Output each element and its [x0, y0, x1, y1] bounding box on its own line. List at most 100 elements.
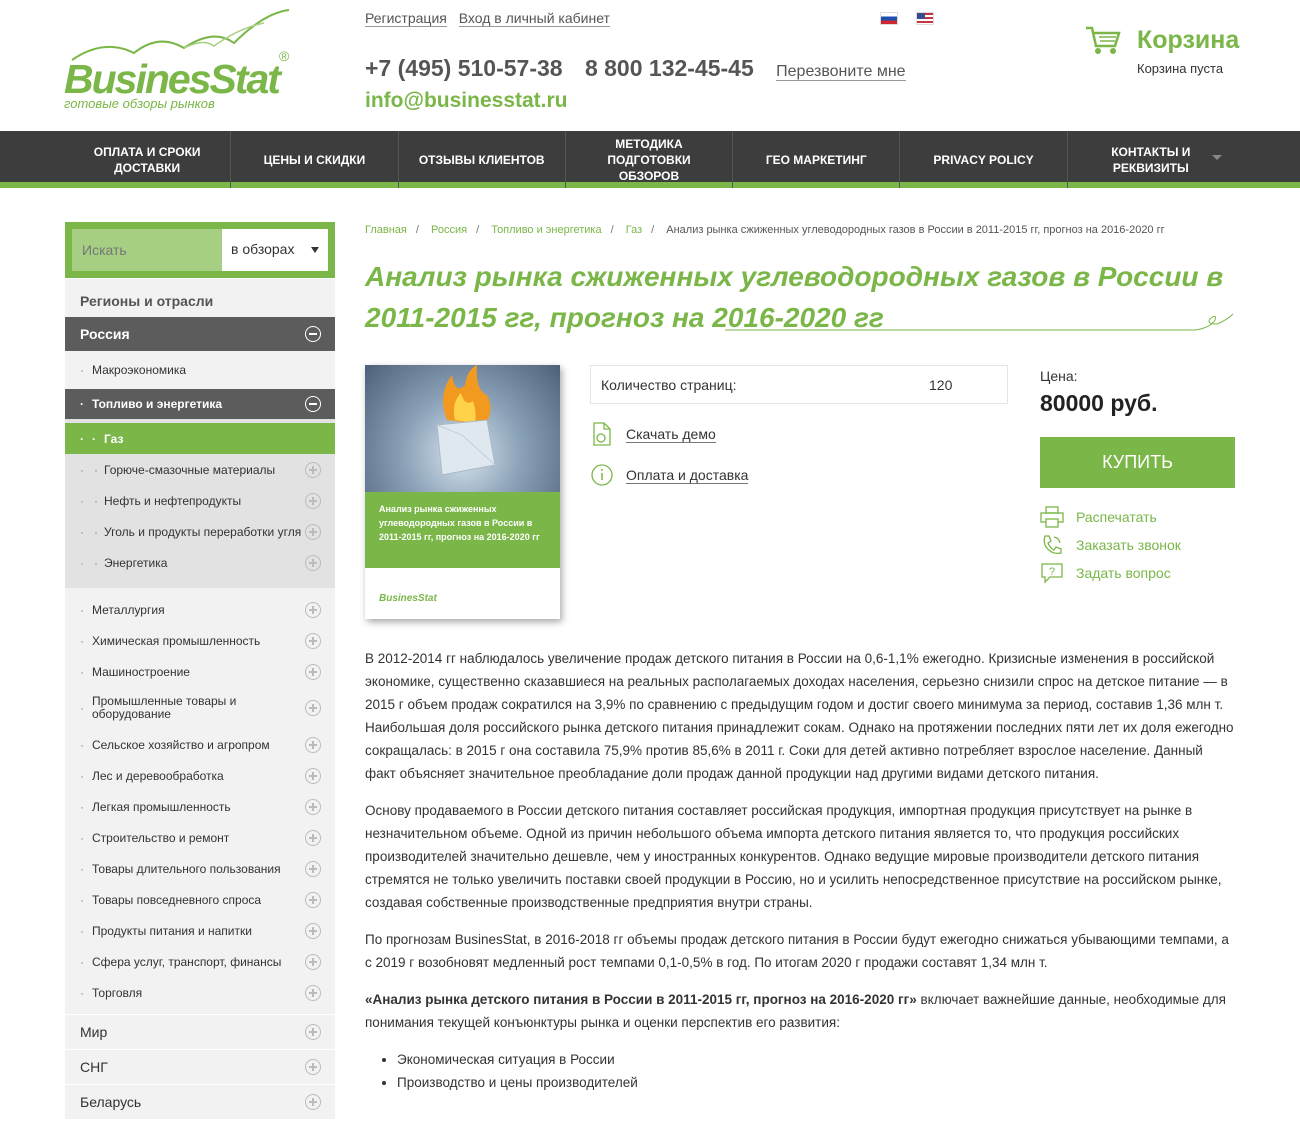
nav-item-contacts[interactable]: Контакты и реквизиты	[1068, 131, 1234, 188]
report-cover-image[interactable]: Анализ рынка сжиженных углеводородных га…	[365, 365, 560, 619]
download-document-icon	[593, 422, 611, 446]
search-scope-value: в обзорах	[231, 241, 295, 257]
description-paragraph: Основу продаваемого в России детского пи…	[365, 803, 1222, 910]
sidebar-item-agriculture[interactable]: · Сельское хозяйство и агропром	[65, 729, 335, 760]
sidebar-item-russia[interactable]: Россия	[65, 317, 335, 351]
expand-icon[interactable]	[305, 461, 321, 478]
sidebar-item-consumer-goods[interactable]: · Товары повседневного спроса	[65, 884, 335, 915]
phone-toll-free[interactable]: 8 800 132-45-45	[585, 55, 754, 81]
breadcrumb-gas[interactable]: Газ	[626, 224, 642, 236]
cart-title[interactable]: Корзина	[1137, 26, 1239, 55]
nav-item-prices[interactable]: Цены и скидки	[231, 131, 399, 188]
cart-status: Корзина пуста	[1137, 61, 1224, 76]
sidebar-item-chemistry[interactable]: · Химическая промышленность	[65, 625, 335, 656]
ask-question-link[interactable]: ? Задать вопрос	[1040, 561, 1171, 585]
sidebar: в обзорах Регионы и отрасли Россия · Мак…	[65, 222, 335, 1119]
expand-icon[interactable]	[305, 891, 321, 908]
sidebar-item-machinery[interactable]: · Машиностроение	[65, 656, 335, 687]
expand-icon[interactable]	[305, 1024, 321, 1040]
print-link[interactable]: Распечатать	[1040, 506, 1157, 528]
search-scope-select[interactable]: в обзорах	[222, 229, 328, 271]
bullet-icon: ·	[80, 431, 84, 446]
expand-icon[interactable]	[305, 767, 321, 784]
sidebar-item-macroeconomics[interactable]: · Макроэкономика	[65, 351, 335, 389]
sidebar-heading: Регионы и отрасли	[65, 279, 335, 317]
sidebar-item-world[interactable]: Мир	[65, 1014, 335, 1049]
sidebar-item-trade[interactable]: · Торговля	[65, 977, 335, 1008]
sidebar-item-industrial-goods[interactable]: · Промышленные товары и оборудование	[65, 687, 335, 729]
sidebar-item-label: Товары длительного пользования	[92, 861, 281, 876]
sidebar-item-metallurgy[interactable]: · Металлургия	[65, 594, 335, 625]
page-count-box: Количество страниц: 120	[590, 365, 1008, 404]
sidebar-item-fuel-energy[interactable]: · Топливо и энергетика	[65, 389, 335, 419]
sidebar-item-label: Макроэкономика	[92, 363, 187, 377]
expand-icon[interactable]	[305, 1059, 321, 1075]
collapse-icon[interactable]	[305, 396, 321, 412]
breadcrumb-home[interactable]: Главная	[365, 224, 407, 236]
sidebar-item-label: Топливо и энергетика	[92, 397, 223, 411]
svg-text:?: ?	[1049, 566, 1055, 578]
sidebar-item-label: Беларусь	[80, 1094, 142, 1110]
sidebar-item-construction[interactable]: · Строительство и ремонт	[65, 822, 335, 853]
expand-icon[interactable]	[305, 922, 321, 939]
expand-icon[interactable]	[305, 492, 321, 509]
logo-registered-mark: ®	[279, 48, 290, 64]
expand-icon[interactable]	[305, 736, 321, 753]
search-input[interactable]	[72, 229, 222, 271]
expand-icon[interactable]	[305, 984, 321, 1001]
cover-logo: BusinesStat	[379, 593, 437, 604]
sidebar-item-label: Промышленные товары и оборудование	[92, 694, 237, 721]
logo-tagline: готовые обзоры рынков	[64, 96, 215, 111]
sidebar-item-food[interactable]: · Продукты питания и напитки	[65, 915, 335, 946]
us-flag-icon[interactable]	[916, 12, 934, 25]
sidebar-item-cis[interactable]: СНГ	[65, 1049, 335, 1084]
sidebar-item-gas[interactable]: · · Газ	[65, 423, 335, 454]
sidebar-item-oil[interactable]: · · Нефть и нефтепродукты	[65, 485, 335, 516]
expand-icon[interactable]	[305, 700, 321, 716]
register-link[interactable]: Регистрация	[365, 10, 447, 27]
expand-icon[interactable]	[305, 860, 321, 877]
russian-flag-icon[interactable]	[880, 12, 898, 25]
payment-delivery-link[interactable]: Оплата и доставка	[590, 463, 749, 487]
sidebar-item-belarus[interactable]: Беларусь	[65, 1084, 335, 1119]
nav-item-privacy[interactable]: Privacy Policy	[900, 131, 1068, 188]
order-call-label: Заказать звонок	[1076, 537, 1181, 553]
sidebar-item-services[interactable]: · Сфера услуг, транспорт, финансы	[65, 946, 335, 977]
collapse-icon[interactable]	[305, 326, 321, 342]
cover-photo	[365, 365, 560, 492]
expand-icon[interactable]	[305, 601, 321, 618]
expand-icon[interactable]	[305, 953, 321, 970]
sidebar-item-durable-goods[interactable]: · Товары длительного пользования	[65, 853, 335, 884]
buy-button[interactable]: КУПИТЬ	[1040, 437, 1235, 488]
sidebar-item-label: Товары повседневного спроса	[92, 892, 262, 907]
expand-icon[interactable]	[305, 632, 321, 649]
breadcrumb-russia[interactable]: Россия	[431, 224, 467, 236]
sidebar-item-forestry[interactable]: · Лес и деревообработка	[65, 760, 335, 791]
expand-icon[interactable]	[305, 663, 321, 680]
expand-icon[interactable]	[305, 1094, 321, 1110]
login-link[interactable]: Вход в личный кабинет	[458, 10, 610, 27]
phone-moscow[interactable]: +7 (495) 510-57-38	[365, 55, 563, 81]
sidebar-item-coal[interactable]: · · Уголь и продукты переработки угля	[65, 516, 335, 547]
expand-icon[interactable]	[305, 554, 321, 571]
email-link[interactable]: info@businesstat.ru	[365, 89, 568, 113]
site-logo[interactable]: BusinesStat ® готовые обзоры рынков	[64, 8, 304, 118]
expand-icon[interactable]	[305, 829, 321, 846]
sidebar-item-lubricants[interactable]: · · Горюче-смазочные материалы	[65, 454, 335, 485]
order-call-link[interactable]: Заказать звонок	[1040, 533, 1181, 557]
nav-item-geo-marketing[interactable]: Гео маркетинг	[733, 131, 901, 188]
callback-link[interactable]: Перезвоните мне	[776, 63, 906, 81]
chevron-down-icon	[1211, 155, 1222, 160]
sidebar-item-energy[interactable]: · · Энергетика	[65, 547, 335, 578]
download-demo-link[interactable]: Скачать демо	[590, 420, 716, 448]
expand-icon[interactable]	[305, 798, 321, 815]
nav-item-delivery[interactable]: Оплата и сроки доставки	[64, 131, 232, 188]
ask-question-label: Задать вопрос	[1076, 565, 1171, 581]
breadcrumb-fuel-energy[interactable]: Топливо и энергетика	[491, 224, 601, 236]
account-links: Регистрация Вход в личный кабинет	[365, 10, 618, 27]
sidebar-item-label: Легкая промышленность	[92, 799, 231, 814]
nav-item-methodology[interactable]: Методика подготовки обзоров	[566, 131, 734, 188]
nav-item-reviews[interactable]: Отзывы клиентов	[399, 131, 566, 188]
expand-icon[interactable]	[305, 523, 321, 540]
sidebar-item-light-industry[interactable]: · Легкая промышленность	[65, 791, 335, 822]
